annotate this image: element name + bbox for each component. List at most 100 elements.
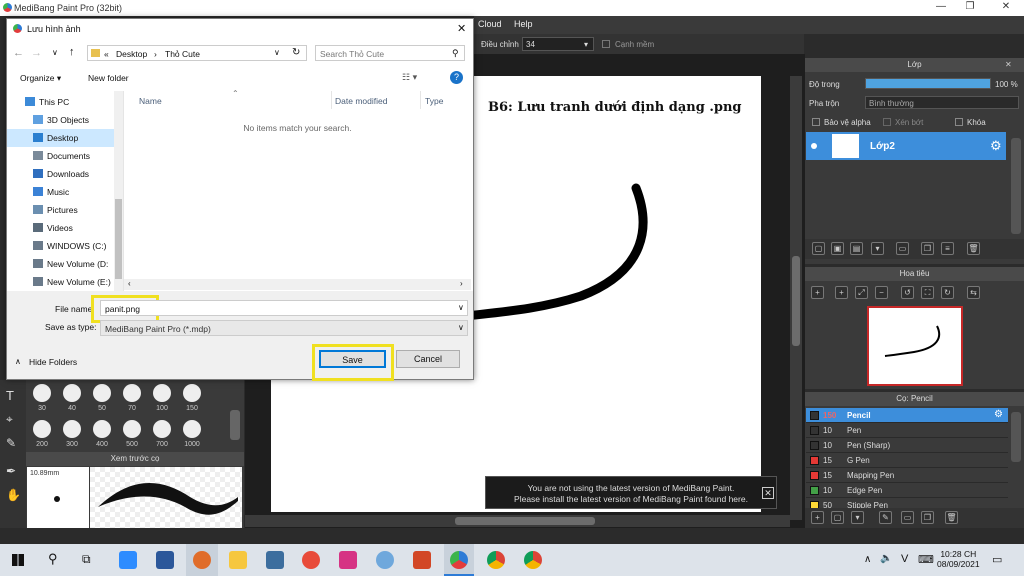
search-taskbar-icon[interactable]: ⚲ [48,551,58,567]
clock[interactable]: 10:28 CH 08/09/2021 [937,549,980,569]
delete-brush-icon[interactable]: 🗑 [945,511,958,524]
delete-layer-icon[interactable]: 🗑 [967,242,980,255]
save-type-select[interactable]: MediBang Paint Pro (*.mdp) ∨ [100,320,468,336]
layer-settings-gear-icon[interactable]: ⚙ [990,138,1002,154]
brush-list-scrollbar[interactable] [1011,412,1021,462]
rotate-right-icon[interactable]: ↻ [941,286,954,299]
windows-start-icon[interactable] [12,554,24,566]
refresh-icon[interactable]: ↻ [292,47,300,58]
nav-item[interactable]: Pictures [7,201,119,219]
new-folder-button[interactable]: New folder [88,73,129,83]
input-language[interactable]: V [901,553,908,565]
paint-app-icon[interactable] [376,551,394,569]
nav-item[interactable]: Music [7,183,119,201]
volume-icon[interactable]: 🔈 [880,553,892,564]
eyedropper-tool-icon[interactable]: ✎ [6,436,16,450]
brush-size-swatch[interactable] [63,384,81,402]
layer-row[interactable]: Lớp2 ⚙ [806,132,1006,160]
layer-add-dropdown-icon[interactable]: ▾ [871,242,884,255]
address-dropdown-icon[interactable]: ∨ [274,48,280,57]
nav-item[interactable]: 3D Objects [7,111,119,129]
nav-item[interactable]: Downloads [7,165,119,183]
breadcrumb-overflow[interactable]: « [104,49,109,59]
brush-size-swatch[interactable] [123,384,141,402]
nav-item[interactable]: New Volume (E:) [7,273,119,291]
brush-size-swatch[interactable] [123,420,141,438]
brush-copy-icon[interactable]: ▢ [831,511,844,524]
nav-item[interactable]: Desktop [7,129,119,147]
brush-size-swatch[interactable] [33,384,51,402]
minimize-icon[interactable]: — [934,1,948,15]
blend-select[interactable]: Bình thường [865,96,1019,109]
back-arrow-icon[interactable]: ← [13,47,24,59]
brush-row[interactable]: 15 Mapping Pen [806,468,1008,483]
brush-size-swatch[interactable] [93,384,111,402]
lock-checkbox[interactable] [955,118,963,126]
new-layer-3-icon[interactable]: ▤ [850,242,863,255]
rotate-left-icon[interactable]: ↺ [901,286,914,299]
search-icon[interactable]: ⚲ [452,48,459,59]
fit-screen-icon[interactable]: ⛶ [921,286,934,299]
brush-settings-gear-icon[interactable]: ⚙ [994,409,1003,420]
nav-item[interactable]: WINDOWS (C:) [7,237,119,255]
folder-icon[interactable]: ▭ [896,242,909,255]
zoom-out-icon[interactable]: − [875,286,888,299]
scroll-left-icon[interactable]: ‹ [128,279,131,288]
view-options-icon[interactable]: ☷ ▾ [402,72,417,83]
text-tool-icon[interactable]: T [6,388,14,403]
brush-size-swatch[interactable] [153,420,171,438]
medibang-taskbar-icon[interactable] [450,551,468,569]
chrome-app-icon[interactable] [487,551,505,569]
zoom-in-2-icon[interactable]: + [835,286,848,299]
duplicate-icon[interactable]: ❐ [921,242,934,255]
merge-icon[interactable]: ≡ [941,242,954,255]
address-bar[interactable]: « Desktop › Thỏ Cute ∨ ↻ [87,45,307,61]
brush-size-swatch[interactable] [93,420,111,438]
file-name-dropdown-icon[interactable]: ∨ [458,303,464,312]
brush-row[interactable]: 10 Pen [806,423,1008,438]
menu-help[interactable]: Help [514,19,533,29]
powerpoint-app-icon[interactable] [413,551,431,569]
zoom-in-icon[interactable]: + [811,286,824,299]
file-explorer-icon[interactable] [229,551,247,569]
navigator-preview[interactable] [867,306,963,386]
lasso-tool-icon[interactable]: ⌖ [6,412,13,427]
notification-icon[interactable]: ▭ [992,553,1002,566]
organize-button[interactable]: Organize ▾ [20,73,61,84]
protect-alpha-checkbox[interactable] [812,118,820,126]
tray-chevron-icon[interactable]: ∧ [864,554,871,565]
column-date-modified[interactable]: Date modified [335,96,387,106]
canvas-hscroll[interactable] [245,515,790,527]
app-red-icon[interactable] [302,551,320,569]
column-type[interactable]: Type [425,96,443,106]
brush-edit-icon[interactable]: ✎ [879,511,892,524]
canvas-vscroll[interactable] [790,76,802,520]
update-notice[interactable]: You are not using the latest version of … [485,476,777,509]
close-icon[interactable]: ✕ [999,1,1013,15]
notice-close-icon[interactable]: ✕ [762,487,774,499]
file-name-input[interactable]: panit.png ∨ [100,300,468,316]
scroll-right-icon[interactable]: › [460,279,463,288]
nav-item[interactable]: This PC [7,93,119,111]
smooth-checkbox[interactable] [602,40,610,48]
recent-dropdown-icon[interactable]: ∨ [52,48,58,57]
cancel-button[interactable]: Cancel [396,350,460,368]
brush-size-swatch[interactable] [183,384,201,402]
brush-row[interactable]: 10 Edge Pen [806,483,1008,498]
hand-tool-icon[interactable]: ✋ [6,488,21,502]
chrome-app-2-icon[interactable] [524,551,542,569]
brush-row[interactable]: 150 Pencil ⚙ [806,408,1008,423]
nav-scrollbar[interactable] [114,91,123,291]
app-pink-icon[interactable] [339,551,357,569]
save-button[interactable]: Save [319,350,386,368]
brush-dropdown-icon[interactable]: ▾ [851,511,864,524]
visibility-icon[interactable] [811,143,817,149]
layers-scrollbar[interactable] [1011,138,1021,234]
brush-row[interactable]: 10 Pen (Sharp) [806,438,1008,453]
new-layer-2-icon[interactable]: ▣ [831,242,844,255]
brush-size-scrollbar[interactable] [230,410,240,440]
help-icon[interactable]: ? [450,71,463,84]
dialog-close-icon[interactable]: ✕ [457,22,466,35]
file-list-hscroll[interactable]: ‹ › [124,279,471,290]
clip-checkbox[interactable] [883,118,891,126]
